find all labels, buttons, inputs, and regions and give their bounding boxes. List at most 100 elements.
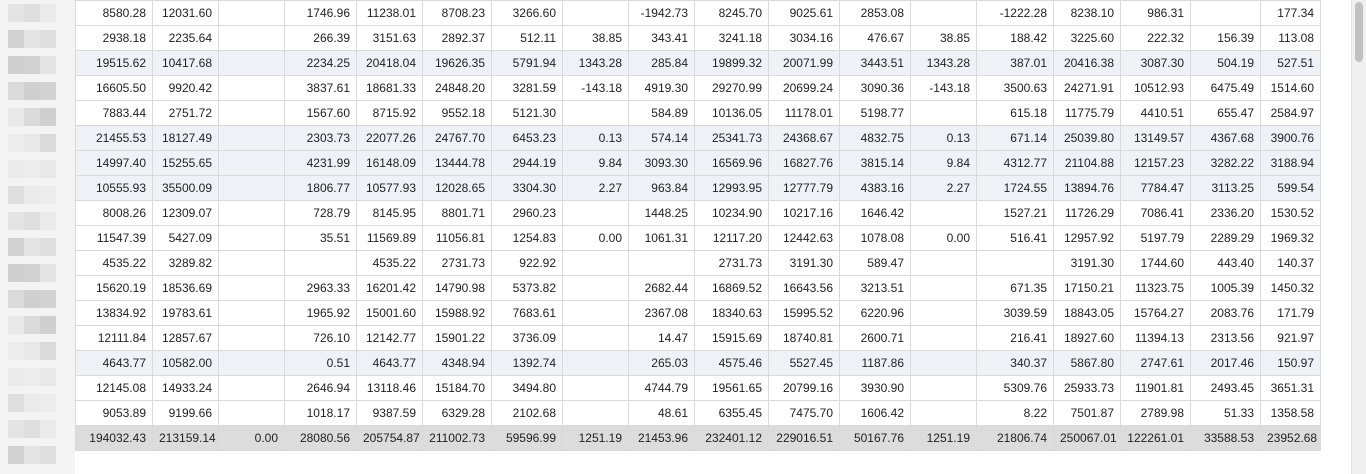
table-cell[interactable]: 12777.79	[768, 175, 840, 201]
table-cell[interactable]: 11775.79	[1053, 100, 1121, 126]
table-cell[interactable]: 1392.74	[491, 350, 563, 376]
table-cell[interactable]: 35500.09	[152, 175, 219, 201]
table-cell[interactable]: 25933.73	[1053, 375, 1121, 401]
table-cell[interactable]: 9920.42	[152, 75, 219, 101]
table-cell[interactable]	[218, 300, 285, 326]
table-cell[interactable]: 1254.83	[491, 225, 563, 251]
table-cell[interactable]: 3736.09	[491, 325, 563, 351]
table-cell[interactable]: 3225.60	[1053, 25, 1121, 51]
table-cell[interactable]	[562, 275, 629, 301]
table-cell[interactable]	[910, 275, 977, 301]
table-cell[interactable]: 8708.23	[422, 0, 492, 26]
table-cell[interactable]: 3034.16	[768, 25, 840, 51]
table-cell[interactable]: 8.22	[976, 400, 1054, 426]
table-cell[interactable]: 3093.30	[628, 150, 695, 176]
table-cell[interactable]: 2235.64	[152, 25, 219, 51]
table-cell[interactable]: 14933.24	[152, 375, 219, 401]
table-cell[interactable]: 4367.68	[1190, 125, 1261, 151]
table-cell[interactable]: 2944.19	[491, 150, 563, 176]
table-cell[interactable]: 922.92	[491, 250, 563, 276]
table-cell[interactable]: 22077.26	[356, 125, 423, 151]
table-cell[interactable]: 13834.92	[75, 300, 153, 326]
table-cell[interactable]: 0.13	[910, 125, 977, 151]
table-cell[interactable]: 3090.36	[839, 75, 911, 101]
table-cell[interactable]	[562, 300, 629, 326]
table-cell[interactable]: 38.85	[910, 25, 977, 51]
table-cell[interactable]: 11901.81	[1120, 375, 1191, 401]
table-cell[interactable]: 5121.30	[491, 100, 563, 126]
table-cell[interactable]: 266.39	[284, 25, 357, 51]
table-cell[interactable]: 20418.04	[356, 50, 423, 76]
table-cell[interactable]: 3241.18	[694, 25, 769, 51]
table-cell[interactable]: 16827.76	[768, 150, 840, 176]
table-cell[interactable]: 13894.76	[1053, 175, 1121, 201]
table-row[interactable]: 7883.44 2751.72 1567.60 8715.92 9552.18 5121.…	[75, 100, 1321, 126]
table-cell[interactable]	[910, 400, 977, 426]
table-cell[interactable]: 18740.81	[768, 325, 840, 351]
table-cell[interactable]: 25039.80	[1053, 125, 1121, 151]
table-cell[interactable]	[910, 250, 977, 276]
table-cell[interactable]: 0.13	[562, 125, 629, 151]
table-cell[interactable]: 18127.49	[152, 125, 219, 151]
table-cell[interactable]	[910, 300, 977, 326]
table-cell[interactable]	[562, 400, 629, 426]
table-cell[interactable]: 6220.96	[839, 300, 911, 326]
table-cell[interactable]: 16569.96	[694, 150, 769, 176]
table-cell[interactable]: 1005.39	[1190, 275, 1261, 301]
table-cell[interactable]: 963.84	[628, 175, 695, 201]
table-cell[interactable]: 8715.92	[356, 100, 423, 126]
table-row[interactable]: 19515.62 10417.68 2234.25 20418.04 19626.35 5…	[75, 50, 1321, 76]
table-cell[interactable]: 8801.71	[422, 200, 492, 226]
table-cell[interactable]: 11394.13	[1120, 325, 1191, 351]
table-cell[interactable]: 11178.01	[768, 100, 840, 126]
table-cell[interactable]	[562, 0, 629, 26]
table-cell[interactable]	[284, 250, 357, 276]
table-cell[interactable]: 655.47	[1190, 100, 1261, 126]
table-cell[interactable]: 7883.44	[75, 100, 153, 126]
table-cell[interactable]: 2083.76	[1190, 300, 1261, 326]
table-cell[interactable]: 5197.79	[1120, 225, 1191, 251]
table-cell[interactable]: 2751.72	[152, 100, 219, 126]
table-cell[interactable]: 25341.73	[694, 125, 769, 151]
table-cell[interactable]: 6453.23	[491, 125, 563, 151]
table-cell[interactable]: 986.31	[1120, 0, 1191, 26]
table-cell[interactable]: 7683.61	[491, 300, 563, 326]
table-cell[interactable]: 12142.77	[356, 325, 423, 351]
table-cell[interactable]: 5867.80	[1053, 350, 1121, 376]
table-cell[interactable]: 10136.05	[694, 100, 769, 126]
table-cell[interactable]	[562, 375, 629, 401]
table-cell[interactable]: 113.08	[1260, 25, 1321, 51]
table-row[interactable]: 13834.92 19783.61 1965.92 15001.60 15988.92 7…	[75, 300, 1321, 326]
table-cell[interactable]: 20071.99	[768, 50, 840, 76]
table-cell[interactable]: 12117.20	[694, 225, 769, 251]
table-cell[interactable]: 15620.19	[75, 275, 153, 301]
table-cell[interactable]: 16148.09	[356, 150, 423, 176]
table-cell[interactable]: 17150.21	[1053, 275, 1121, 301]
table-cell[interactable]	[910, 100, 977, 126]
table-cell[interactable]: 443.40	[1190, 250, 1261, 276]
table-cell[interactable]: 0.00	[562, 225, 629, 251]
table-cell[interactable]: 15988.92	[422, 300, 492, 326]
table-cell[interactable]: 671.14	[976, 125, 1054, 151]
table-cell[interactable]: 7086.41	[1120, 200, 1191, 226]
table-cell[interactable]: 14997.40	[75, 150, 153, 176]
table-cell[interactable]: 3289.82	[152, 250, 219, 276]
table-cell[interactable]: 188.42	[976, 25, 1054, 51]
table-cell[interactable]	[218, 400, 285, 426]
table-cell[interactable]: 15001.60	[356, 300, 423, 326]
table-cell[interactable]: 2017.46	[1190, 350, 1261, 376]
table-cell[interactable]	[218, 150, 285, 176]
table-cell[interactable]: 1343.28	[562, 50, 629, 76]
table-cell[interactable]: 8245.70	[694, 0, 769, 26]
table-cell[interactable]: 3266.60	[491, 0, 563, 26]
table-cell[interactable]: 0.51	[284, 350, 357, 376]
table-cell[interactable]: 35.51	[284, 225, 357, 251]
table-cell[interactable]	[562, 350, 629, 376]
table-row[interactable]: 21455.53 18127.49 2303.73 22077.26 24767.70 6…	[75, 125, 1321, 151]
table-cell[interactable]: 3087.30	[1120, 50, 1191, 76]
table-cell[interactable]: 3188.94	[1260, 150, 1321, 176]
table-cell[interactable]: 51.33	[1190, 400, 1261, 426]
table-cell[interactable]: 3930.90	[839, 375, 911, 401]
table-cell[interactable]: 5198.77	[839, 100, 911, 126]
table-cell[interactable]: -1222.28	[976, 0, 1054, 26]
